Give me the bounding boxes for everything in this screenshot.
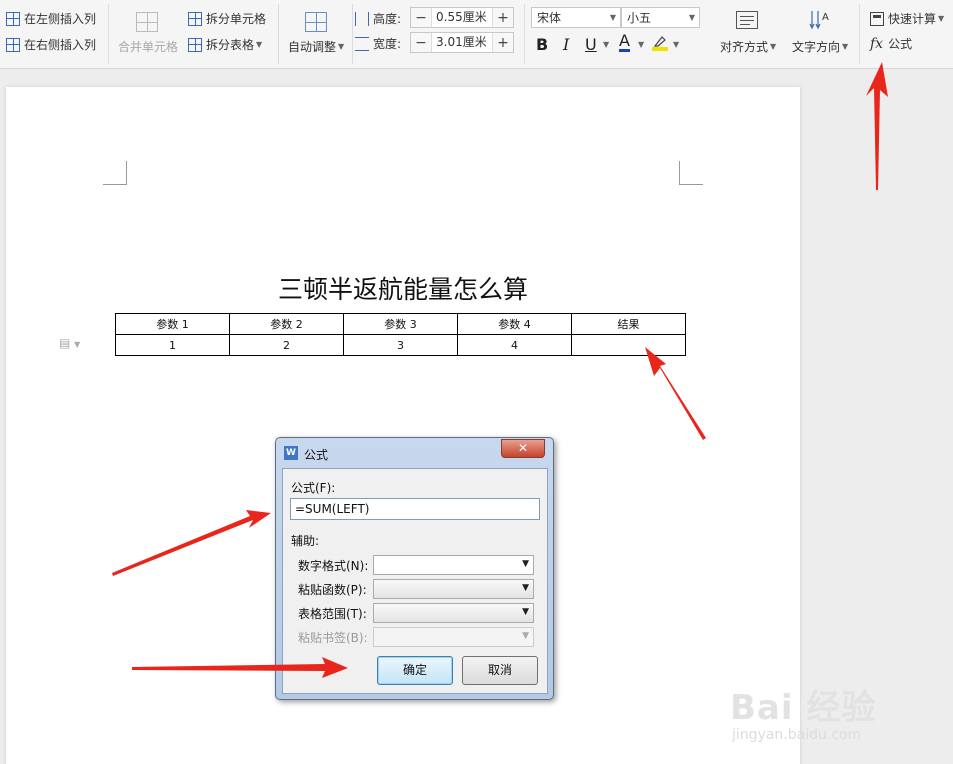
split-cells-button[interactable]: 拆分单元格 (188, 10, 266, 27)
watermark-url: jingyan.baidu.com (732, 727, 862, 743)
row-height-icon (355, 11, 369, 26)
font-color-button[interactable]: A (619, 33, 630, 52)
underline-button[interactable]: U (585, 35, 597, 54)
column-width-icon (355, 36, 369, 51)
chevron-down-icon[interactable]: ▼ (603, 40, 609, 49)
height-decrease-button[interactable]: − (411, 8, 431, 27)
merge-cells-button[interactable]: 合并单元格 (118, 38, 178, 55)
insert-left-column-button[interactable]: 在左侧插入列 (6, 10, 96, 27)
ribbon-separator (352, 4, 353, 64)
chevron-down-icon: ▼ (338, 42, 345, 51)
height-increase-button[interactable]: + (493, 8, 513, 27)
chevron-down-icon: ▼ (770, 42, 777, 51)
split-table-button[interactable]: 拆分表格 ▼ (188, 36, 262, 53)
align-icon (736, 11, 758, 29)
crop-mark-top-right (679, 161, 703, 185)
table-header-cell[interactable]: 参数 1 (115, 313, 230, 335)
table-cell[interactable]: 4 (457, 334, 572, 356)
text-direction-icon: A (809, 9, 831, 31)
highlight-icon[interactable] (652, 35, 668, 51)
dialog-title: 公式 (304, 448, 329, 462)
ribbon-separator (278, 4, 279, 64)
table-header-cell[interactable]: 结果 (571, 313, 686, 335)
paste-bookmark-label: 粘贴书签(B): (298, 631, 368, 645)
table-range-label: 表格范围(T): (298, 607, 367, 621)
text-direction-button[interactable]: 文字方向 ▼ (792, 38, 848, 55)
data-table[interactable]: 参数 1 参数 2 参数 3 参数 4 结果 1 2 3 4 (115, 313, 686, 356)
ribbon-separator (859, 4, 860, 64)
ribbon-separator (108, 4, 109, 64)
table-header-cell[interactable]: 参数 3 (343, 313, 458, 335)
baidu-watermark: Bai 经验 jingyan.baidu.com (730, 665, 950, 764)
paste-bookmark-select: ▼ (373, 627, 534, 647)
paste-function-label: 粘贴函数(P): (298, 583, 367, 597)
table-row: 1 2 3 4 (115, 334, 686, 356)
ok-button[interactable]: 确定 (377, 656, 453, 685)
ribbon-separator (524, 4, 525, 64)
chevron-down-icon: ▼ (842, 42, 849, 51)
aux-label: 辅助: (291, 534, 320, 548)
autofit-icon (305, 12, 327, 32)
table-header-row: 参数 1 参数 2 参数 3 参数 4 结果 (115, 313, 686, 335)
number-format-label: 数字格式(N): (298, 559, 369, 573)
close-button[interactable]: ✕ (501, 439, 545, 458)
chevron-down-icon[interactable]: ▼ (638, 40, 644, 49)
svg-text:A: A (822, 12, 829, 23)
dialog-body: 公式(F): =SUM(LEFT) 辅助: 数字格式(N): ▼ 粘贴函数(P)… (282, 468, 548, 694)
insert-right-column-button[interactable]: 在右侧插入列 (6, 36, 96, 53)
table-cell[interactable]: 2 (229, 334, 344, 356)
fx-icon: fx (870, 35, 884, 52)
formula-input[interactable]: =SUM(LEFT) (290, 498, 540, 520)
formula-dialog: W 公式 ✕ 公式(F): =SUM(LEFT) 辅助: 数字格式(N): ▼ … (275, 437, 554, 700)
app-logo-icon: W (284, 446, 298, 460)
font-name-select[interactable]: 宋体 ▼ (531, 7, 621, 28)
insert-left-column-icon (6, 11, 20, 26)
watermark-logo-text: Bai 经验 (730, 688, 877, 728)
column-width-stepper[interactable]: − 3.01厘米 + (410, 32, 514, 53)
cancel-button[interactable]: 取消 (462, 656, 538, 685)
width-increase-button[interactable]: + (493, 33, 513, 52)
align-button[interactable]: 对齐方式 ▼ (720, 38, 776, 55)
autofit-button[interactable]: 自动调整 ▼ (288, 38, 344, 55)
height-value[interactable]: 0.55厘米 (431, 8, 493, 27)
chevron-down-icon: ▼ (522, 607, 529, 617)
calculator-icon (870, 11, 884, 26)
chevron-down-icon: ▼ (522, 559, 529, 569)
column-width-label: 宽度: (355, 35, 401, 52)
number-format-select[interactable]: ▼ (373, 555, 534, 575)
table-cell[interactable]: 1 (115, 334, 230, 356)
chevron-down-icon: ▼ (522, 583, 529, 593)
chevron-down-icon: ▼ (522, 631, 529, 641)
chevron-down-icon: ▼ (688, 13, 695, 22)
quick-calc-button[interactable]: 快速计算 ▼ (870, 10, 944, 27)
font-size-select[interactable]: 小五 ▼ (621, 7, 700, 28)
chevron-down-icon: ▼ (609, 13, 616, 22)
chevron-down-icon: ▼ (256, 40, 263, 49)
document-title[interactable]: 三顿半返航能量怎么算 (6, 270, 800, 306)
merge-cells-icon (136, 12, 158, 32)
split-table-icon (188, 37, 202, 52)
bold-button[interactable]: B (536, 35, 548, 54)
ribbon-toolbar: 在左侧插入列 在右侧插入列 合并单元格 拆分单元格 拆分表格 ▼ 自动调整 ▼ … (0, 0, 953, 69)
table-header-cell[interactable]: 参数 2 (229, 313, 344, 335)
insert-right-column-icon (6, 37, 20, 52)
split-cells-icon (188, 11, 202, 26)
row-height-label: 高度: (355, 10, 401, 27)
table-options-icon[interactable]: ▤ ▼ (59, 336, 80, 350)
table-header-cell[interactable]: 参数 4 (457, 313, 572, 335)
width-value[interactable]: 3.01厘米 (431, 33, 493, 52)
annotation-arrow-formula (866, 62, 888, 190)
crop-mark-top-left (103, 161, 127, 185)
chevron-down-icon[interactable]: ▼ (673, 40, 679, 49)
italic-button[interactable]: I (563, 35, 569, 54)
formula-label: 公式(F): (291, 481, 336, 495)
table-range-select[interactable]: ▼ (373, 603, 534, 623)
table-cell[interactable]: 3 (343, 334, 458, 356)
paste-function-select[interactable]: ▼ (373, 579, 534, 599)
row-height-stepper[interactable]: − 0.55厘米 + (410, 7, 514, 28)
width-decrease-button[interactable]: − (411, 33, 431, 52)
formula-button[interactable]: fx 公式 (870, 35, 912, 52)
chevron-down-icon: ▼ (938, 14, 945, 23)
result-cell[interactable] (571, 334, 686, 356)
